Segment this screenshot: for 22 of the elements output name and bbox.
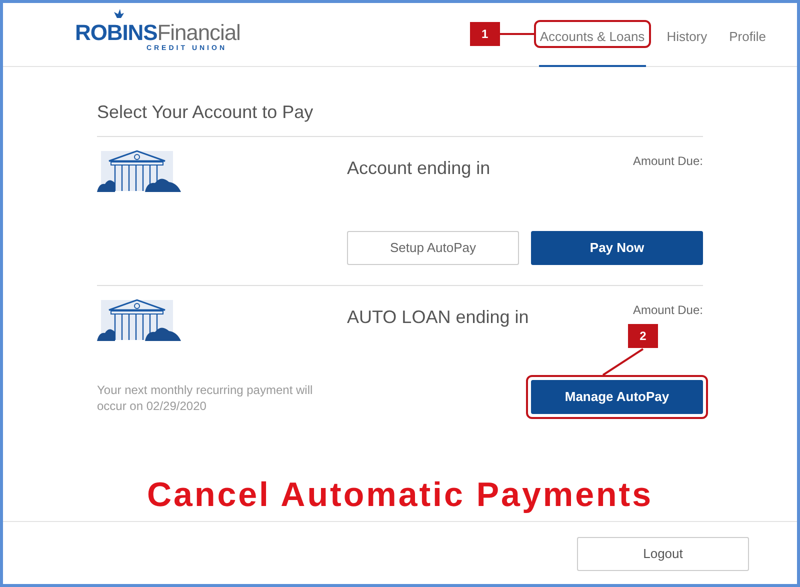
- leader-line: [603, 349, 643, 375]
- amount-due-label: Amount Due:: [632, 302, 703, 319]
- recurring-payment-note: Your next monthly recurring payment will occur on 02/29/2020: [97, 382, 314, 414]
- leader-line: [500, 33, 534, 35]
- nav-tab[interactable]: Profile: [728, 3, 767, 67]
- logout-button[interactable]: Logout: [577, 536, 749, 570]
- callout-badge: 2: [628, 324, 658, 348]
- callout-badge: 1: [470, 22, 500, 46]
- account-name: Account ending in: [347, 157, 490, 180]
- action-button[interactable]: Manage AutoPay: [531, 380, 703, 414]
- bank-icon: [97, 149, 181, 193]
- logo-text: Financial: [157, 22, 240, 44]
- nav-tab[interactable]: History: [666, 3, 708, 67]
- nav-tab[interactable]: Accounts & Loans: [538, 3, 646, 67]
- caption: Cancel Automatic Payments: [146, 475, 654, 516]
- bank-icon: [97, 298, 181, 342]
- logo-text: ROBINS: [75, 22, 158, 44]
- action-button[interactable]: Pay Now: [531, 231, 703, 265]
- account-name: AUTO LOAN ending in: [347, 306, 529, 329]
- page-title: Select Your Account to Pay: [97, 99, 703, 137]
- action-button[interactable]: Setup AutoPay: [347, 231, 519, 265]
- amount-due-label: Amount Due:: [632, 153, 703, 170]
